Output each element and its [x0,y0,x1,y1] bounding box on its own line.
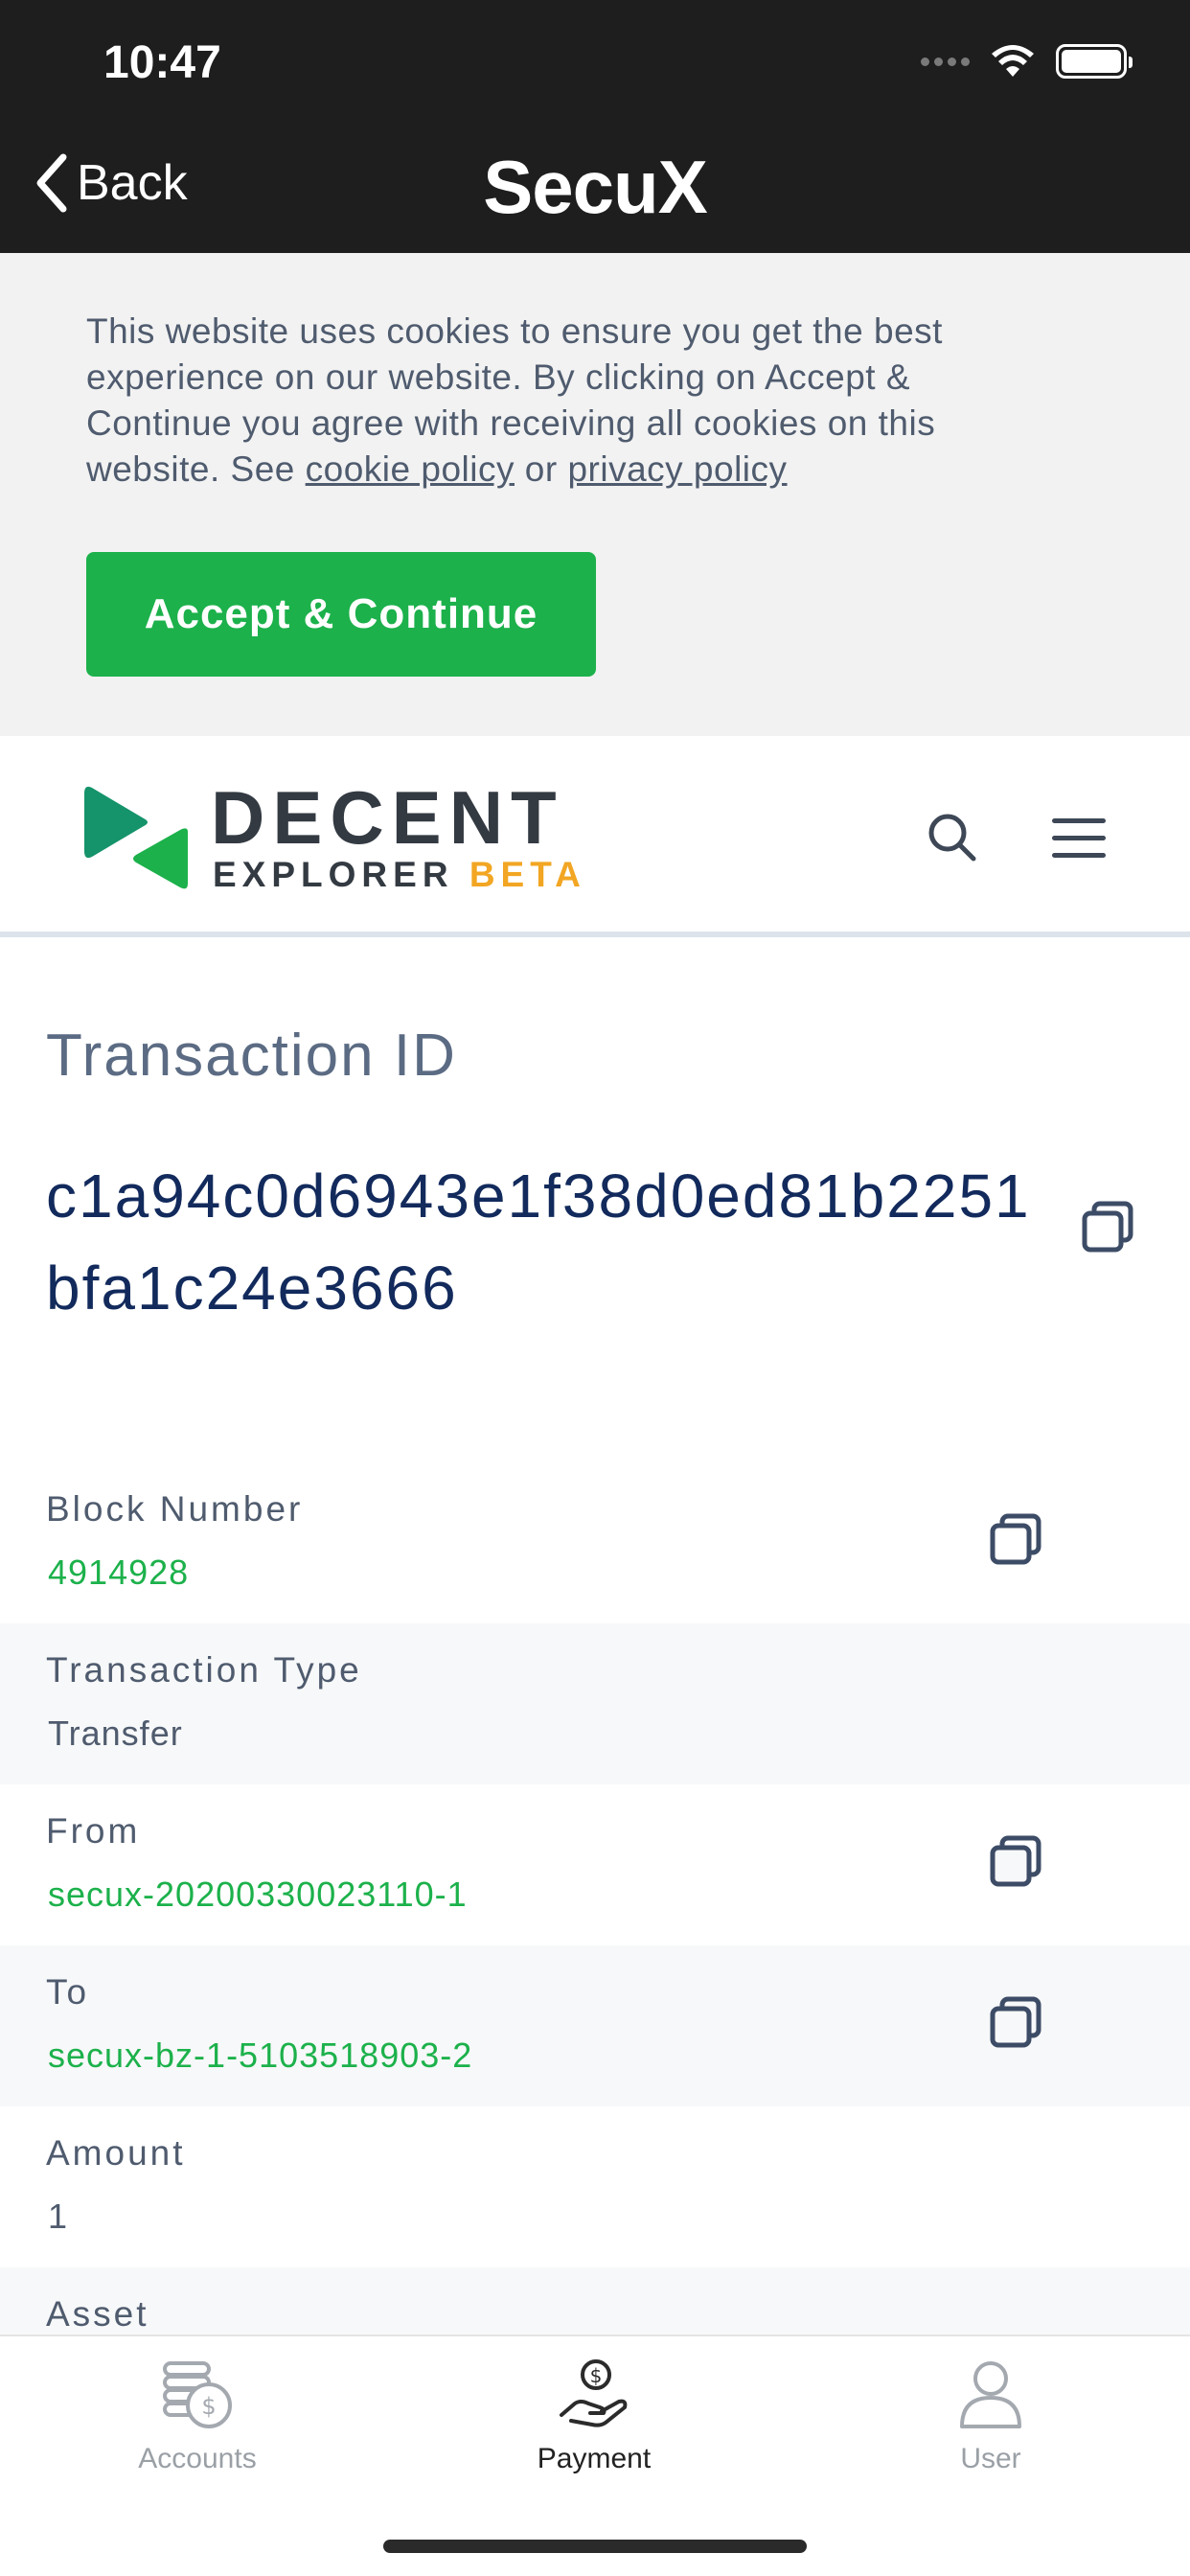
decent-logo-icon [84,786,188,889]
field-label: Asset [46,2294,149,2334]
page-title: Transaction ID [46,1023,457,1089]
cellular-signal-icon [921,57,970,66]
field-label: From [46,1811,141,1851]
privacy-policy-link[interactable]: privacy policy [567,449,787,489]
block-number-link[interactable]: 4914928 [48,1552,189,1593]
detail-row-to: To secux-bz-1-5103518903-2 [0,1945,1190,2106]
copy-icon[interactable] [989,1834,1042,1888]
logo-sub-text: EXPLORER [213,855,454,894]
cookie-text: This website uses cookies to ensure you … [86,309,1064,493]
tab-payment[interactable]: $ Payment [450,2356,738,2475]
cookie-banner: This website uses cookies to ensure you … [0,253,1190,736]
user-icon [960,2361,1021,2428]
detail-row-amount: Amount 1 [0,2106,1190,2267]
explorer-header: DECENT EXPLORER BETA [0,736,1190,937]
secux-logo: SecuX [483,145,707,229]
tab-user[interactable]: User [847,2356,1134,2475]
svg-text:$: $ [590,2364,603,2387]
logo-subtitle: EXPLORER BETA [213,855,586,895]
battery-icon [1056,44,1133,79]
top-bar: 10:47 Back SecuX [0,0,1190,253]
accept-continue-button[interactable]: Accept & Continue [86,552,596,677]
logo-title: DECENT [211,775,564,860]
to-account-link[interactable]: secux-bz-1-5103518903-2 [48,2036,472,2076]
transaction-id: c1a94c0d6943e1f38d0ed81b2251bfa1c24e3666 [46,1162,1031,1322]
tab-label: Accounts [138,2443,257,2474]
cookie-policy-link[interactable]: cookie policy [306,449,515,489]
tab-label: Payment [537,2443,652,2474]
detail-row-from: From secux-20200330023110-1 [0,1784,1190,1945]
status-icons [921,44,1133,79]
home-indicator[interactable] [383,2540,807,2553]
copy-icon[interactable] [989,1512,1042,1566]
field-value: 1 [48,2196,69,2236]
field-label: Block Number [46,1489,304,1529]
wifi-icon [992,45,1034,77]
field-label: Transaction Type [46,1650,362,1690]
field-value: Transfer [48,1714,183,1753]
coins-icon: $ [163,2361,232,2428]
copy-icon[interactable] [989,1995,1042,2049]
payment-hand-icon: $ [560,2359,628,2427]
hamburger-menu-icon[interactable] [1052,818,1106,859]
svg-text:$: $ [201,2393,216,2420]
search-icon[interactable] [927,813,977,862]
copy-icon[interactable] [1081,1200,1134,1254]
detail-row-transaction-type: Transaction Type Transfer [0,1623,1190,1784]
field-label: To [46,1972,90,2012]
cookie-text-or: or [514,449,568,489]
status-time: 10:47 [103,37,221,88]
tab-accounts[interactable]: $ Accounts [54,2356,341,2475]
field-label: Amount [46,2133,186,2173]
from-account-link[interactable]: secux-20200330023110-1 [48,1874,468,1915]
beta-badge: BETA [469,855,586,894]
tab-label: User [960,2443,1021,2474]
detail-row-block-number: Block Number 4914928 [0,1462,1190,1623]
